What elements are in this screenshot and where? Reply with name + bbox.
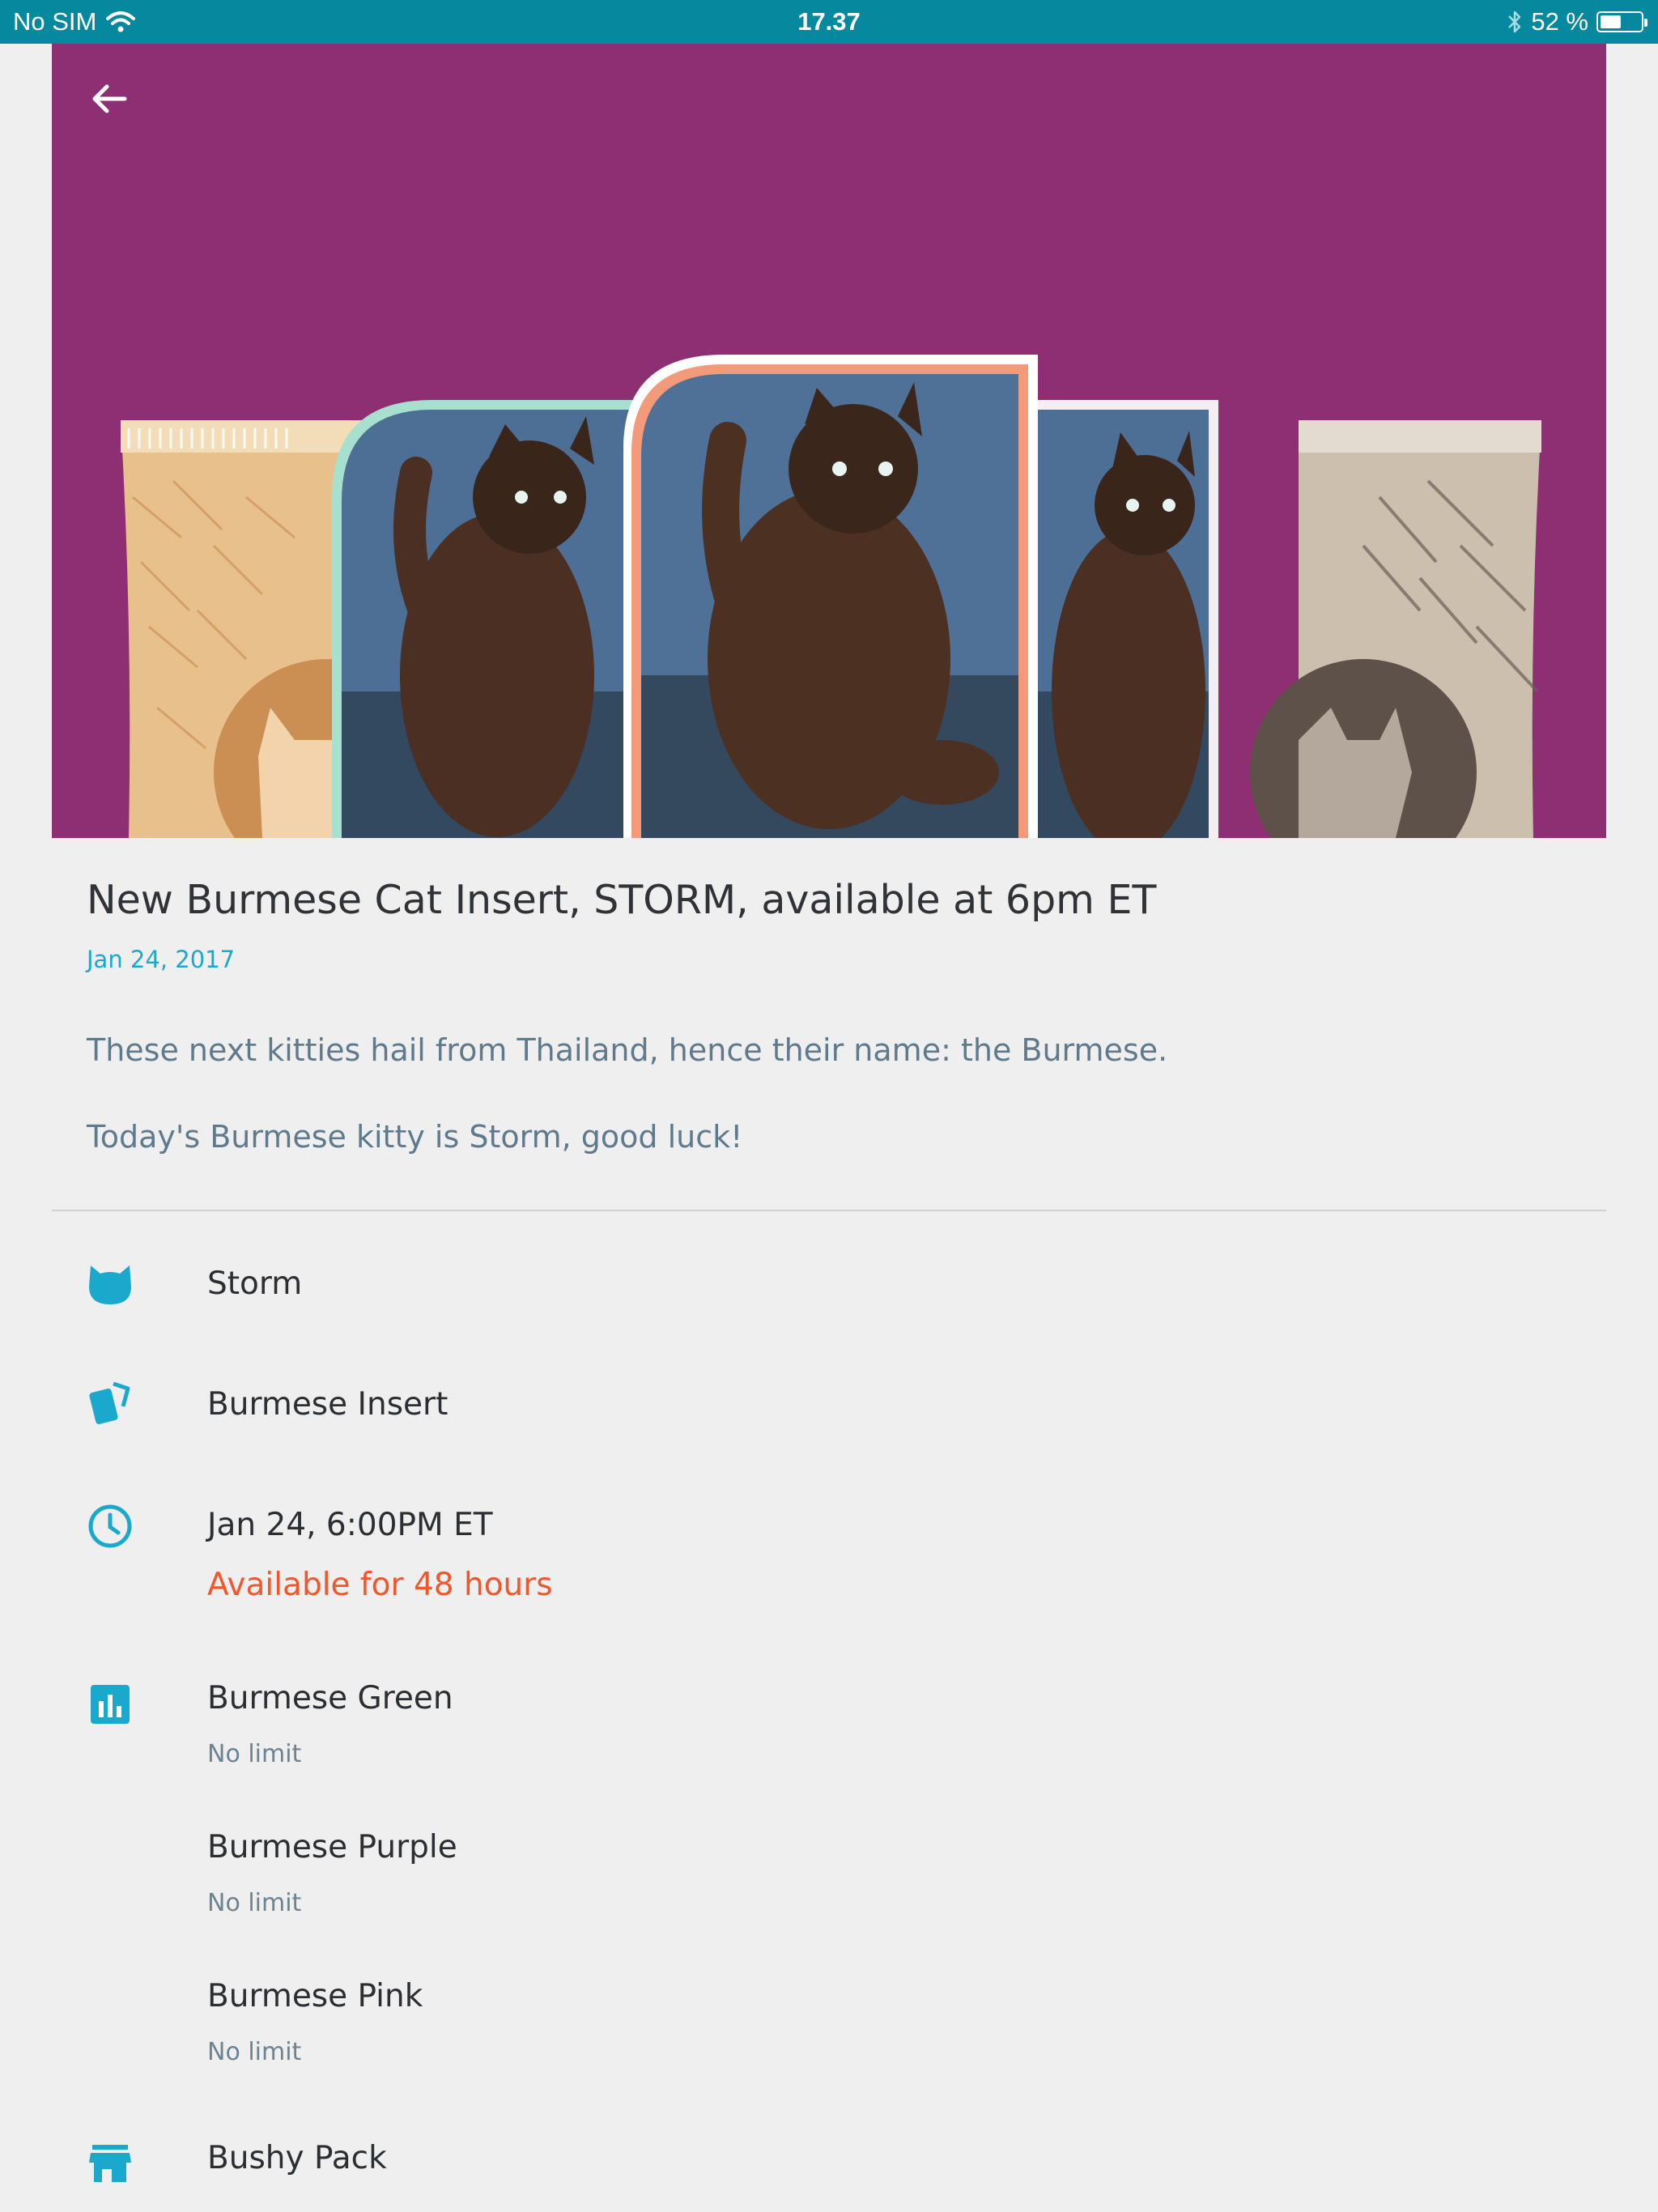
- battery-fill: [1601, 15, 1621, 28]
- cat-face-icon: [89, 1266, 131, 1304]
- status-right: 52 %: [1507, 7, 1647, 36]
- availability-window: Available for 48 hours: [207, 1567, 553, 1603]
- store-icon: [89, 2145, 131, 2182]
- section-divider: [52, 1210, 1606, 1211]
- post-title: New Burmese Cat Insert, STORM, available…: [87, 877, 1157, 923]
- variant-name: Burmese Purple: [207, 1829, 457, 1865]
- card-type: Burmese Insert: [207, 1386, 449, 1423]
- back-arrow-icon[interactable]: [84, 73, 136, 125]
- variant-limit: No limit: [207, 1740, 302, 1768]
- bar-chart-icon: [91, 1685, 130, 1724]
- variant-limit: No limit: [207, 2038, 302, 2066]
- hero-banner: [52, 44, 1606, 838]
- variant-name: Burmese Pink: [207, 1978, 423, 2014]
- card-green-image: [332, 400, 635, 838]
- cards-icon: [89, 1381, 130, 1424]
- status-bar: No SIM 17.37 52 %: [0, 0, 1658, 44]
- variant-name: Burmese Green: [207, 1680, 453, 1716]
- card-purple-image: [1028, 400, 1218, 838]
- post-paragraph-1: These next kitties hail from Thailand, h…: [87, 1032, 1168, 1068]
- cat-name: Storm: [207, 1266, 303, 1302]
- post-paragraph-2: Today's Burmese kitty is Storm, good luc…: [87, 1119, 743, 1155]
- variant-limit: No limit: [207, 1889, 302, 1917]
- pack-name: Bushy Pack: [207, 2140, 387, 2176]
- clock-icon: [88, 1504, 132, 1548]
- card-orange-image: [623, 355, 1038, 838]
- battery-percent: 52 %: [1531, 7, 1588, 36]
- status-time: 17.37: [797, 7, 861, 36]
- hero-artwork: [121, 355, 1541, 838]
- bluetooth-icon: [1508, 11, 1521, 33]
- release-time: Jan 24, 6:00PM ET: [207, 1507, 493, 1543]
- right-pack-image: [1250, 420, 1541, 838]
- battery-icon: [1596, 11, 1647, 32]
- post-date: Jan 24, 2017: [87, 946, 236, 973]
